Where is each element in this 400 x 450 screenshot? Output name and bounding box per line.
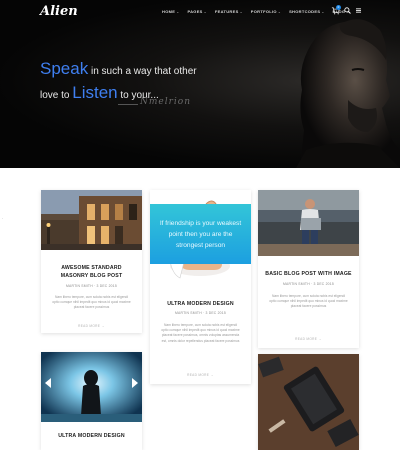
quote-card-text: If friendship is your weakest point then… — [159, 220, 242, 249]
cart-count-badge: 0 — [336, 5, 341, 10]
top-navbar: Alien HOME⌄ PAGES⌄ FEATURES⌄ PORTFOLIO⌄ … — [0, 0, 400, 24]
post-title[interactable]: AWESOME STANDARD MASONRY BLOG POST — [41, 264, 142, 280]
nav-item-portfolio[interactable]: PORTFOLIO⌄ — [251, 9, 281, 14]
post-title[interactable]: ULTRA MODERN DESIGN — [150, 300, 251, 308]
hero-section: Alien HOME⌄ PAGES⌄ FEATURES⌄ PORTFOLIO⌄ … — [0, 0, 400, 168]
hero-quote-text: in such a way that other — [88, 66, 197, 77]
post-image-ice-cave — [41, 352, 142, 422]
post-excerpt: Nam libero tempore, cum soluta nobis est… — [269, 294, 348, 309]
blog-card[interactable]: AWESOME STANDARD MASONRY BLOG POST MARTI… — [41, 190, 142, 333]
slider-next-arrow[interactable] — [132, 378, 138, 388]
hero-portrait-image — [296, 19, 400, 168]
nav-label: SHORTCODES — [289, 9, 321, 14]
blog-card[interactable]: ULTRA MODERN DESIGN — [41, 352, 142, 450]
nav-label: PAGES — [187, 9, 203, 14]
chevron-down-icon: ⌄ — [277, 10, 282, 14]
read-more-link[interactable]: READ MORE → — [258, 337, 359, 341]
post-title[interactable]: ULTRA MODERN DESIGN — [41, 432, 142, 440]
hero-quote-line-1: Speak in such a way that other — [40, 58, 197, 82]
post-image-building — [41, 190, 142, 250]
quote-card[interactable]: If friendship is your weakest point then… — [150, 204, 251, 264]
post-meta: MARTIN SMITH · 3 DEC 2015 — [175, 311, 226, 315]
nav-item-shortcodes[interactable]: SHORTCODES⌄ — [289, 9, 324, 14]
read-more-link[interactable]: READ MORE → — [150, 373, 251, 377]
chevron-down-icon: ⌄ — [321, 10, 325, 14]
post-excerpt: Nam libero tempore, cum soluta nobis est… — [52, 295, 131, 310]
slider-prev-arrow[interactable] — [45, 378, 51, 388]
chevron-down-icon: ⌄ — [239, 10, 243, 14]
read-more-link[interactable]: READ MORE → — [41, 324, 142, 328]
post-meta: MARTIN SMITH · 3 DEC 2015 — [283, 282, 334, 286]
site-logo[interactable]: Alien — [40, 4, 78, 19]
nav-item-pages[interactable]: PAGES⌄ — [187, 9, 206, 14]
hero-quote-text: love to — [40, 90, 73, 101]
chevron-down-icon: ⌄ — [203, 10, 207, 14]
main-nav: HOME⌄ PAGES⌄ FEATURES⌄ PORTFOLIO⌄ SHORTC… — [162, 9, 350, 14]
nav-item-home[interactable]: HOME⌄ — [162, 9, 179, 14]
hero-signature: Nmelrion — [140, 97, 192, 107]
nav-label: PORTFOLIO — [250, 9, 277, 14]
blog-card[interactable]: BASIC BLOG POST WITH IMAGE MARTIN SMITH … — [258, 190, 359, 348]
nav-label: HOME — [162, 9, 176, 14]
hero-accent-word: Speak — [40, 59, 89, 78]
nav-label: FEATURES — [214, 9, 239, 14]
hero-accent-word: Listen — [72, 83, 118, 102]
nav-item-features[interactable]: FEATURES⌄ — [215, 9, 243, 14]
signature-divider — [118, 104, 138, 105]
post-title[interactable]: BASIC BLOG POST WITH IMAGE — [258, 270, 359, 278]
post-meta: MARTIN SMITH · 3 DEC 2015 — [66, 284, 117, 288]
post-excerpt: Nam libero tempore, cum soluta nobis est… — [161, 323, 240, 343]
post-image-man-laptop — [258, 190, 359, 256]
search-icon[interactable] — [344, 7, 351, 14]
chevron-down-icon: ⌄ — [176, 10, 180, 14]
menu-icon[interactable] — [356, 8, 361, 13]
blog-card[interactable] — [258, 354, 359, 450]
post-image-workspace — [258, 354, 359, 450]
